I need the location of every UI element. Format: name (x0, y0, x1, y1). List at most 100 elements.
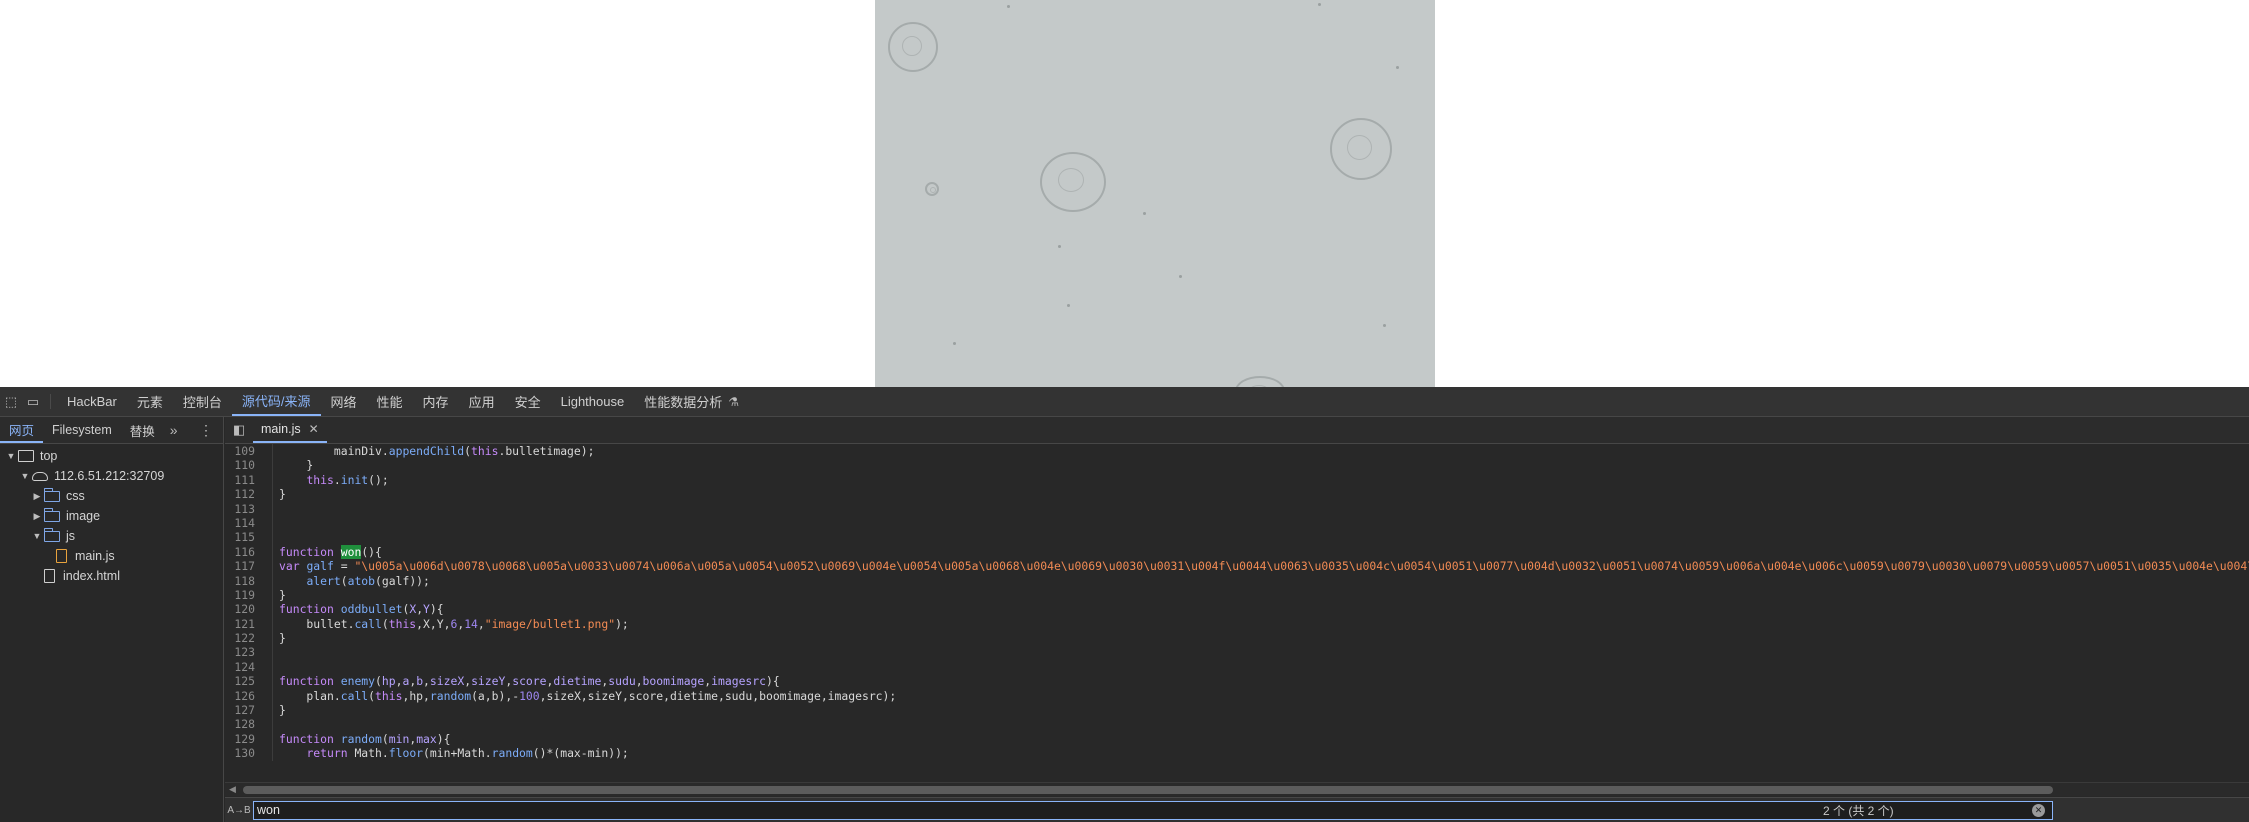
star (1007, 5, 1010, 8)
tree-item-js[interactable]: ▼ js (0, 526, 223, 546)
editor-tabbar: ◧ main.js ✕ (225, 417, 2249, 444)
scrollbar-thumb[interactable] (243, 786, 2053, 794)
line-number[interactable]: 129 (225, 732, 263, 746)
star (1143, 212, 1146, 215)
code-text: alert(atob(galf)); (306, 573, 430, 588)
search-match-highlight: won (340, 544, 362, 559)
code-line: 128 (225, 717, 2249, 732)
tree-item-label: css (66, 489, 85, 503)
star (1383, 324, 1386, 327)
line-number[interactable]: 110 (225, 458, 263, 472)
clear-search-icon[interactable]: ✕ (2032, 803, 2045, 817)
device-toolbar-icon[interactable]: ▭ (22, 387, 44, 417)
kebab-menu-icon[interactable]: ⋮ (189, 417, 223, 443)
tab-console[interactable]: 控制台 (173, 387, 232, 416)
asteroid (888, 22, 938, 72)
line-number[interactable]: 115 (225, 530, 263, 544)
line-number[interactable]: 123 (225, 645, 263, 659)
search-input[interactable] (253, 800, 2053, 820)
tab-memory[interactable]: 内存 (413, 387, 459, 416)
file-tab-main-js[interactable]: main.js ✕ (253, 417, 327, 443)
star (1058, 245, 1061, 248)
devtools-panel: ⬚ ▭ HackBar 元素 控制台 源代码/来源 网络 性能 内存 应用 安全… (0, 387, 2249, 822)
line-number[interactable]: 120 (225, 602, 263, 616)
webpage-viewport (0, 0, 2249, 387)
tab-elements[interactable]: 元素 (127, 387, 173, 416)
tab-network[interactable]: 网络 (321, 387, 367, 416)
line-number[interactable]: 125 (225, 674, 263, 688)
code-text: function enemy(hp,a,b,sizeX,sizeY,score,… (279, 674, 780, 689)
line-number[interactable]: 119 (225, 588, 263, 602)
asteroid (925, 182, 939, 196)
line-number[interactable]: 117 (225, 559, 263, 573)
star (1179, 275, 1182, 278)
line-number[interactable]: 109 (225, 444, 263, 458)
code-line: 121 bullet.call(this,X,Y,6,14,"image/bul… (225, 616, 2249, 632)
tree-item-label: 112.6.51.212:32709 (54, 469, 165, 483)
tab-lighthouse[interactable]: Lighthouse (551, 387, 635, 416)
expanded-triangle-icon[interactable]: ▼ (32, 531, 42, 541)
file-icon (44, 569, 55, 583)
tab-hackbar[interactable]: HackBar (57, 387, 127, 416)
tab-application[interactable]: 应用 (459, 387, 505, 416)
cloud-icon (32, 471, 48, 481)
navigator-tabbar: 网页 Filesystem 替换 » ⋮ (0, 417, 223, 444)
close-icon[interactable]: ✕ (309, 422, 319, 436)
line-number[interactable]: 114 (225, 516, 263, 530)
collapsed-triangle-icon[interactable]: ▶ (32, 491, 42, 502)
game-canvas[interactable] (875, 0, 1435, 387)
code-text: } (279, 587, 286, 602)
line-number[interactable]: 124 (225, 660, 263, 674)
scroll-left-icon[interactable]: ◀ (229, 784, 236, 795)
tree-item-css[interactable]: ▶ css (0, 486, 223, 506)
line-number[interactable]: 112 (225, 487, 263, 501)
code-text: } (279, 703, 286, 718)
tree-item-label: top (40, 449, 58, 463)
more-tabs-icon[interactable]: » (164, 417, 184, 443)
tree-item-main-js[interactable]: main.js (0, 546, 223, 566)
tree-item-origin[interactable]: ▼ 112.6.51.212:32709 (0, 466, 223, 486)
line-number[interactable]: 113 (225, 502, 263, 516)
line-number[interactable]: 118 (225, 574, 263, 588)
line-number[interactable]: 127 (225, 703, 263, 717)
code-text: var galf = "\u005a\u006d\u0078\u0068\u00… (279, 559, 2249, 573)
line-number[interactable]: 111 (225, 473, 263, 487)
star (1396, 66, 1399, 69)
line-number[interactable]: 122 (225, 631, 263, 645)
frame-icon (18, 450, 34, 462)
nav-tab-page[interactable]: 网页 (0, 417, 44, 443)
divider (50, 394, 51, 409)
tree-item-index-html[interactable]: index.html (0, 566, 223, 586)
horizontal-scrollbar[interactable]: ◀ (225, 782, 2249, 796)
replace-toggle-icon[interactable]: A→B (225, 805, 253, 816)
code-text: return Math.floor(min+Math.random()*(max… (306, 746, 629, 761)
tab-performance-insights[interactable]: 性能数据分析 ⚗ (634, 387, 749, 416)
line-number[interactable]: 128 (225, 717, 263, 731)
tree-item-image[interactable]: ▶ image (0, 506, 223, 526)
line-number[interactable]: 130 (225, 746, 263, 760)
folder-icon (43, 507, 60, 522)
flask-icon: ⚗ (728, 394, 739, 409)
line-number[interactable]: 121 (225, 617, 263, 631)
expanded-triangle-icon[interactable]: ▼ (20, 471, 30, 481)
tab-sources[interactable]: 源代码/来源 (231, 387, 321, 416)
tree-item-label: main.js (75, 549, 115, 563)
search-bar: A→B ✕ 2 个 (共 2 个) ⌃ ⌄ Aa .* (225, 797, 2249, 822)
js-file-icon (56, 549, 67, 563)
tab-security[interactable]: 安全 (505, 387, 551, 416)
code-text: } (279, 631, 286, 646)
code-line: 116 function won(){ (225, 544, 2249, 560)
code-view[interactable]: 109 mainDiv.appendChild(this.bulletimage… (225, 444, 2249, 782)
inspect-element-icon[interactable]: ⬚ (0, 387, 22, 417)
code-text: function won(){ (279, 544, 382, 559)
collapsed-triangle-icon[interactable]: ▶ (32, 511, 42, 522)
tree-item-label: index.html (63, 569, 120, 583)
nav-tab-overrides[interactable]: 替换 (121, 417, 164, 443)
line-number[interactable]: 116 (225, 545, 263, 559)
line-number[interactable]: 126 (225, 689, 263, 703)
tree-item-top[interactable]: ▼ top (0, 446, 223, 466)
nav-tab-filesystem[interactable]: Filesystem (43, 417, 121, 443)
expanded-triangle-icon[interactable]: ▼ (6, 451, 16, 461)
tab-performance[interactable]: 性能 (367, 387, 413, 416)
toggle-navigator-icon[interactable]: ◧ (225, 417, 253, 443)
